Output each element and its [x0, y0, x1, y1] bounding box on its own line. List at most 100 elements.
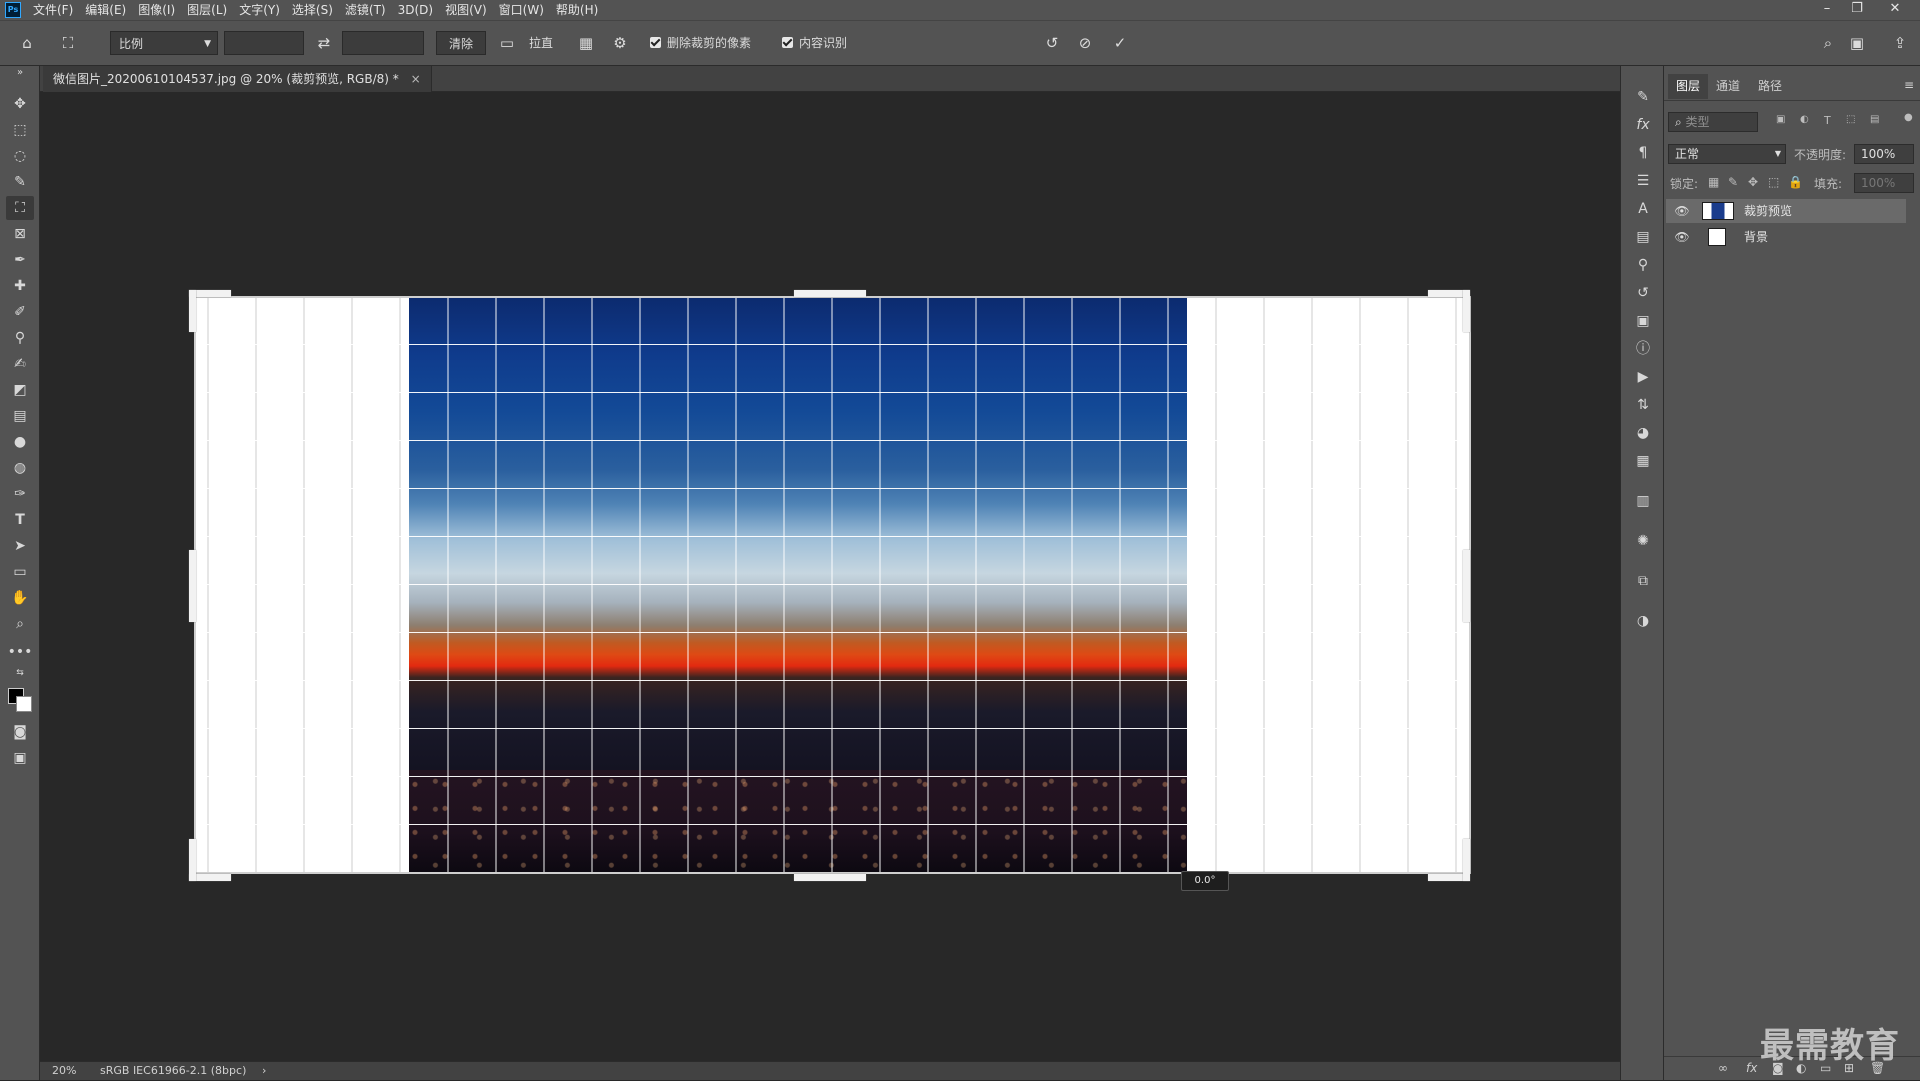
- menu-file[interactable]: 文件(F): [27, 0, 79, 20]
- tab-layers[interactable]: 图层: [1668, 74, 1709, 99]
- crop-handle-bottom-left-vertical[interactable]: [189, 839, 196, 881]
- quick-mask-icon[interactable]: ◙: [6, 720, 34, 744]
- properties-icon[interactable]: ▣: [1631, 310, 1655, 332]
- layer-filter-input[interactable]: ⌕ 类型: [1668, 112, 1758, 132]
- hand-tool-icon[interactable]: ✋: [6, 586, 34, 610]
- menu-select[interactable]: 选择(S): [286, 0, 339, 20]
- document-tab[interactable]: 微信图片_20200610104537.jpg @ 20% (裁剪预览, RGB…: [43, 66, 432, 92]
- filter-type-icon[interactable]: T: [1824, 114, 1831, 127]
- home-icon[interactable]: ⌂: [15, 31, 39, 55]
- menu-type[interactable]: 文字(Y): [233, 0, 286, 20]
- table-icon[interactable]: ▦: [1631, 450, 1655, 472]
- lock-all-icon[interactable]: 🔒: [1788, 175, 1803, 189]
- layer-row[interactable]: 👁 背景: [1666, 225, 1906, 249]
- menu-window[interactable]: 窗口(W): [493, 0, 550, 20]
- layer-style-fx-icon[interactable]: fx: [1746, 1061, 1757, 1075]
- swatches-icon[interactable]: ◕: [1631, 422, 1655, 444]
- panel-menu-icon[interactable]: ≡: [1904, 78, 1914, 92]
- filter-toggle-icon[interactable]: ●: [1904, 112, 1913, 123]
- menu-image[interactable]: 图像(I): [132, 0, 181, 20]
- filter-pixel-icon[interactable]: ▣: [1776, 114, 1785, 125]
- swap-colors-icon[interactable]: ⇆: [6, 666, 34, 680]
- lock-artboard-icon[interactable]: ⬚: [1768, 175, 1779, 189]
- light-icon[interactable]: ✺: [1631, 530, 1655, 552]
- blur-tool-icon[interactable]: ●: [6, 430, 34, 454]
- lock-position-icon[interactable]: ✥: [1748, 175, 1758, 189]
- export-icon[interactable]: ⧉: [1631, 570, 1655, 592]
- type-tool-icon[interactable]: T: [6, 508, 34, 532]
- crop-handle-bottom-right-vertical[interactable]: [1463, 839, 1470, 881]
- crop-handle-bottom-middle[interactable]: [794, 874, 866, 881]
- navigator-icon[interactable]: ⇅: [1631, 394, 1655, 416]
- crop-handle-right-middle[interactable]: [1463, 550, 1470, 622]
- blend-mode-select[interactable]: 正常 ▼: [1668, 144, 1786, 164]
- history-brush-tool-icon[interactable]: ✍: [6, 352, 34, 376]
- opacity-input[interactable]: 100%: [1854, 144, 1914, 164]
- reset-icon[interactable]: ↺: [1040, 31, 1064, 55]
- delete-cropped-pixels-checkbox[interactable]: 删除裁剪的像素: [650, 31, 751, 55]
- eyedropper-tool-icon[interactable]: ✒: [6, 248, 34, 272]
- tab-paths[interactable]: 路径: [1750, 74, 1790, 99]
- crop-tool-preset-icon[interactable]: ⛶: [56, 31, 80, 55]
- path-selection-tool-icon[interactable]: ➤: [6, 534, 34, 558]
- libraries-icon[interactable]: ▤: [1631, 226, 1655, 248]
- screen-mode-icon[interactable]: ▣: [6, 746, 34, 770]
- character-icon[interactable]: A: [1631, 198, 1655, 220]
- layer-row[interactable]: 👁 裁剪预览: [1666, 199, 1906, 223]
- gradient-tool-icon[interactable]: ▤: [6, 404, 34, 428]
- move-tool-icon[interactable]: ✥: [6, 92, 34, 116]
- crop-handle-top-middle[interactable]: [794, 290, 866, 297]
- lock-image-icon[interactable]: ✎: [1728, 175, 1738, 189]
- minimize-button[interactable]: –: [1810, 0, 1844, 20]
- background-color-swatch[interactable]: [16, 696, 32, 712]
- quick-selection-tool-icon[interactable]: ✎: [6, 170, 34, 194]
- notes-icon[interactable]: ▥: [1631, 490, 1655, 512]
- filter-smart-object-icon[interactable]: ▤: [1870, 114, 1879, 125]
- crop-handle-left-middle[interactable]: [189, 550, 196, 622]
- clone-source-icon[interactable]: ⚲: [1631, 254, 1655, 276]
- visibility-eye-icon[interactable]: 👁: [1674, 199, 1690, 223]
- styles-fx-icon[interactable]: fx: [1631, 114, 1655, 136]
- dodge-tool-icon[interactable]: ◍: [6, 456, 34, 480]
- cancel-crop-icon[interactable]: ⊘: [1073, 31, 1097, 55]
- menu-view[interactable]: 视图(V): [439, 0, 493, 20]
- zoom-level[interactable]: 20%: [52, 1062, 76, 1080]
- crop-grid-overlay[interactable]: [194, 296, 1471, 874]
- clear-button[interactable]: 清除: [436, 31, 486, 55]
- search-icon[interactable]: ⌕: [1816, 31, 1840, 55]
- more-tools-icon[interactable]: •••: [6, 640, 34, 664]
- menu-help[interactable]: 帮助(H): [550, 0, 604, 20]
- marquee-tool-icon[interactable]: ⬚: [6, 118, 34, 142]
- fill-input[interactable]: 100%: [1854, 173, 1914, 193]
- history-icon[interactable]: ↺: [1631, 282, 1655, 304]
- tab-channels[interactable]: 通道: [1708, 74, 1748, 99]
- ratio-select[interactable]: 比例 ▼: [110, 31, 218, 55]
- info-icon[interactable]: ⓘ: [1631, 338, 1655, 360]
- clone-stamp-tool-icon[interactable]: ⚲: [6, 326, 34, 350]
- menu-filter[interactable]: 滤镜(T): [339, 0, 392, 20]
- actions-play-icon[interactable]: ▶: [1631, 366, 1655, 388]
- crop-tool-icon[interactable]: ⛶: [6, 196, 34, 220]
- menu-edit[interactable]: 编辑(E): [79, 0, 132, 20]
- filter-shape-icon[interactable]: ⬚: [1846, 114, 1855, 125]
- straighten-icon[interactable]: ▭: [495, 31, 519, 55]
- menu-3d[interactable]: 3D(D): [392, 0, 439, 20]
- eraser-tool-icon[interactable]: ◩: [6, 378, 34, 402]
- swap-icon[interactable]: ⇄: [312, 31, 336, 55]
- commit-crop-icon[interactable]: ✓: [1108, 31, 1132, 55]
- straighten-button[interactable]: 拉直: [529, 31, 553, 55]
- settings-gear-icon[interactable]: ⚙: [608, 31, 632, 55]
- status-menu-arrow-icon[interactable]: ›: [262, 1062, 266, 1080]
- zoom-tool-icon[interactable]: ⌕: [6, 612, 34, 636]
- crop-width-input[interactable]: [224, 31, 304, 55]
- restore-button[interactable]: ❐: [1840, 0, 1874, 20]
- pen-tool-icon[interactable]: ✑: [6, 482, 34, 506]
- brush-tool-icon[interactable]: ✐: [6, 300, 34, 324]
- menu-layer[interactable]: 图层(L): [181, 0, 233, 20]
- collapse-arrows-icon[interactable]: »: [6, 66, 34, 80]
- frame-tool-icon[interactable]: ⊠: [6, 222, 34, 246]
- crop-handle-top-left-vertical[interactable]: [189, 290, 196, 332]
- crop-handle-top-right-vertical[interactable]: [1463, 290, 1470, 332]
- workspace-icon[interactable]: ▣: [1845, 31, 1869, 55]
- lasso-tool-icon[interactable]: ◌: [6, 144, 34, 168]
